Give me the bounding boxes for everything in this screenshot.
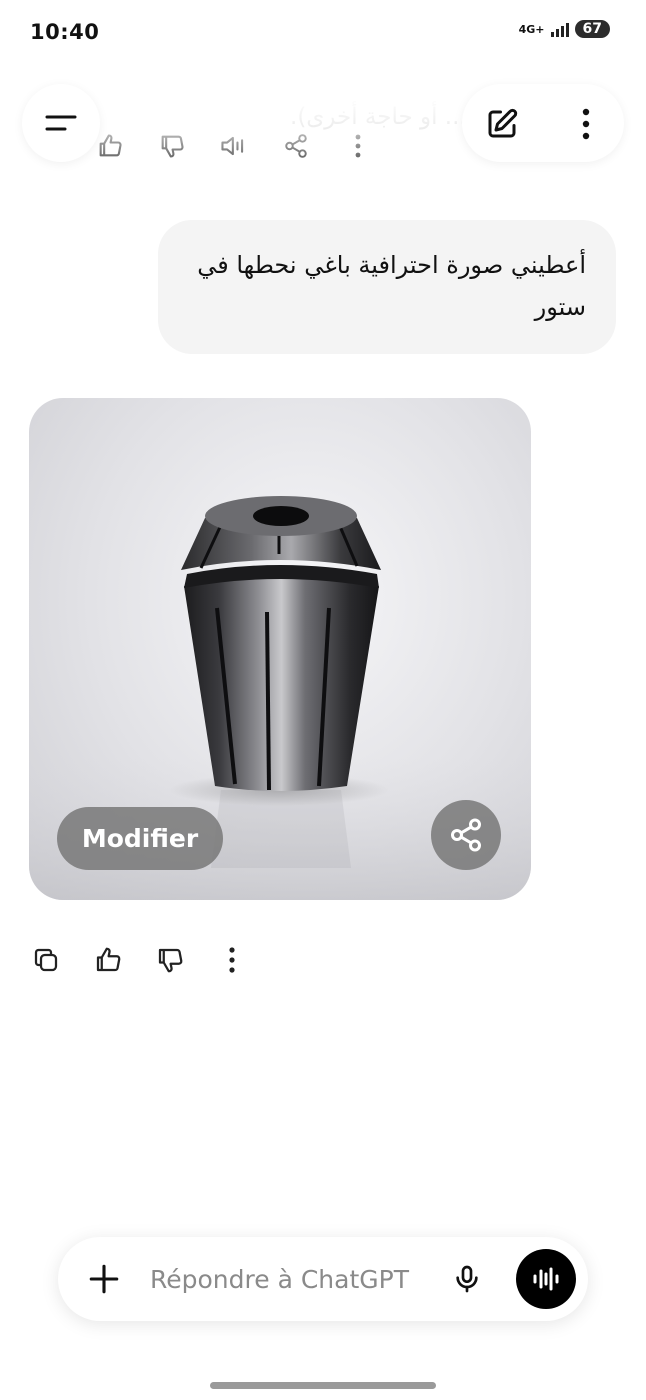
copy-button[interactable] xyxy=(28,942,64,978)
message-input[interactable] xyxy=(150,1259,440,1299)
modify-image-button[interactable]: Modifier xyxy=(57,807,223,870)
read-aloud-icon xyxy=(221,136,244,156)
thumbs-up-icon xyxy=(99,134,122,157)
image-message-actions xyxy=(28,942,250,978)
dislike-button[interactable] xyxy=(152,942,188,978)
voice-mode-icon xyxy=(533,1267,559,1291)
header-more-button[interactable] xyxy=(566,104,606,144)
thumbs-down-icon xyxy=(161,135,184,158)
read-aloud-button[interactable] xyxy=(216,128,252,164)
status-time: 10:40 xyxy=(30,20,100,44)
menu-icon xyxy=(45,115,77,131)
like-button[interactable] xyxy=(90,942,126,978)
generated-image[interactable]: Modifier xyxy=(29,398,531,900)
attach-button[interactable] xyxy=(82,1257,126,1301)
signal-icon xyxy=(550,21,569,37)
share-image-button[interactable] xyxy=(431,800,501,870)
network-type: 4G+ xyxy=(518,22,545,36)
voice-mode-button[interactable] xyxy=(516,1249,576,1309)
new-chat-button[interactable] xyxy=(482,104,522,144)
new-chat-icon xyxy=(488,108,518,138)
user-message-bubble: أعطيني صورة احترافية باغي نحطها في ستور xyxy=(158,220,616,354)
status-icons: 4G+ 67 xyxy=(519,20,610,38)
menu-button[interactable] xyxy=(22,84,100,162)
user-message-text: أعطيني صورة احترافية باغي نحطها في ستور xyxy=(197,251,586,321)
composer xyxy=(58,1237,588,1321)
more-vertical-icon xyxy=(229,947,235,973)
more-options-button[interactable] xyxy=(214,942,250,978)
home-indicator[interactable] xyxy=(210,1382,436,1389)
thumbs-up-icon xyxy=(96,947,121,972)
thumbs-down-icon xyxy=(158,948,183,973)
more-options-button[interactable] xyxy=(340,128,376,164)
header-actions xyxy=(462,84,624,162)
share-message-button[interactable] xyxy=(278,128,314,164)
dislike-button[interactable] xyxy=(154,128,190,164)
more-vertical-icon xyxy=(355,134,361,158)
more-vertical-icon xyxy=(582,108,590,140)
microphone-icon xyxy=(456,1265,478,1293)
plus-icon xyxy=(89,1264,119,1294)
dictation-button[interactable] xyxy=(445,1257,489,1301)
share-icon xyxy=(451,818,481,852)
share-icon xyxy=(285,134,307,158)
battery-level: 67 xyxy=(574,20,610,38)
copy-icon xyxy=(34,948,58,972)
